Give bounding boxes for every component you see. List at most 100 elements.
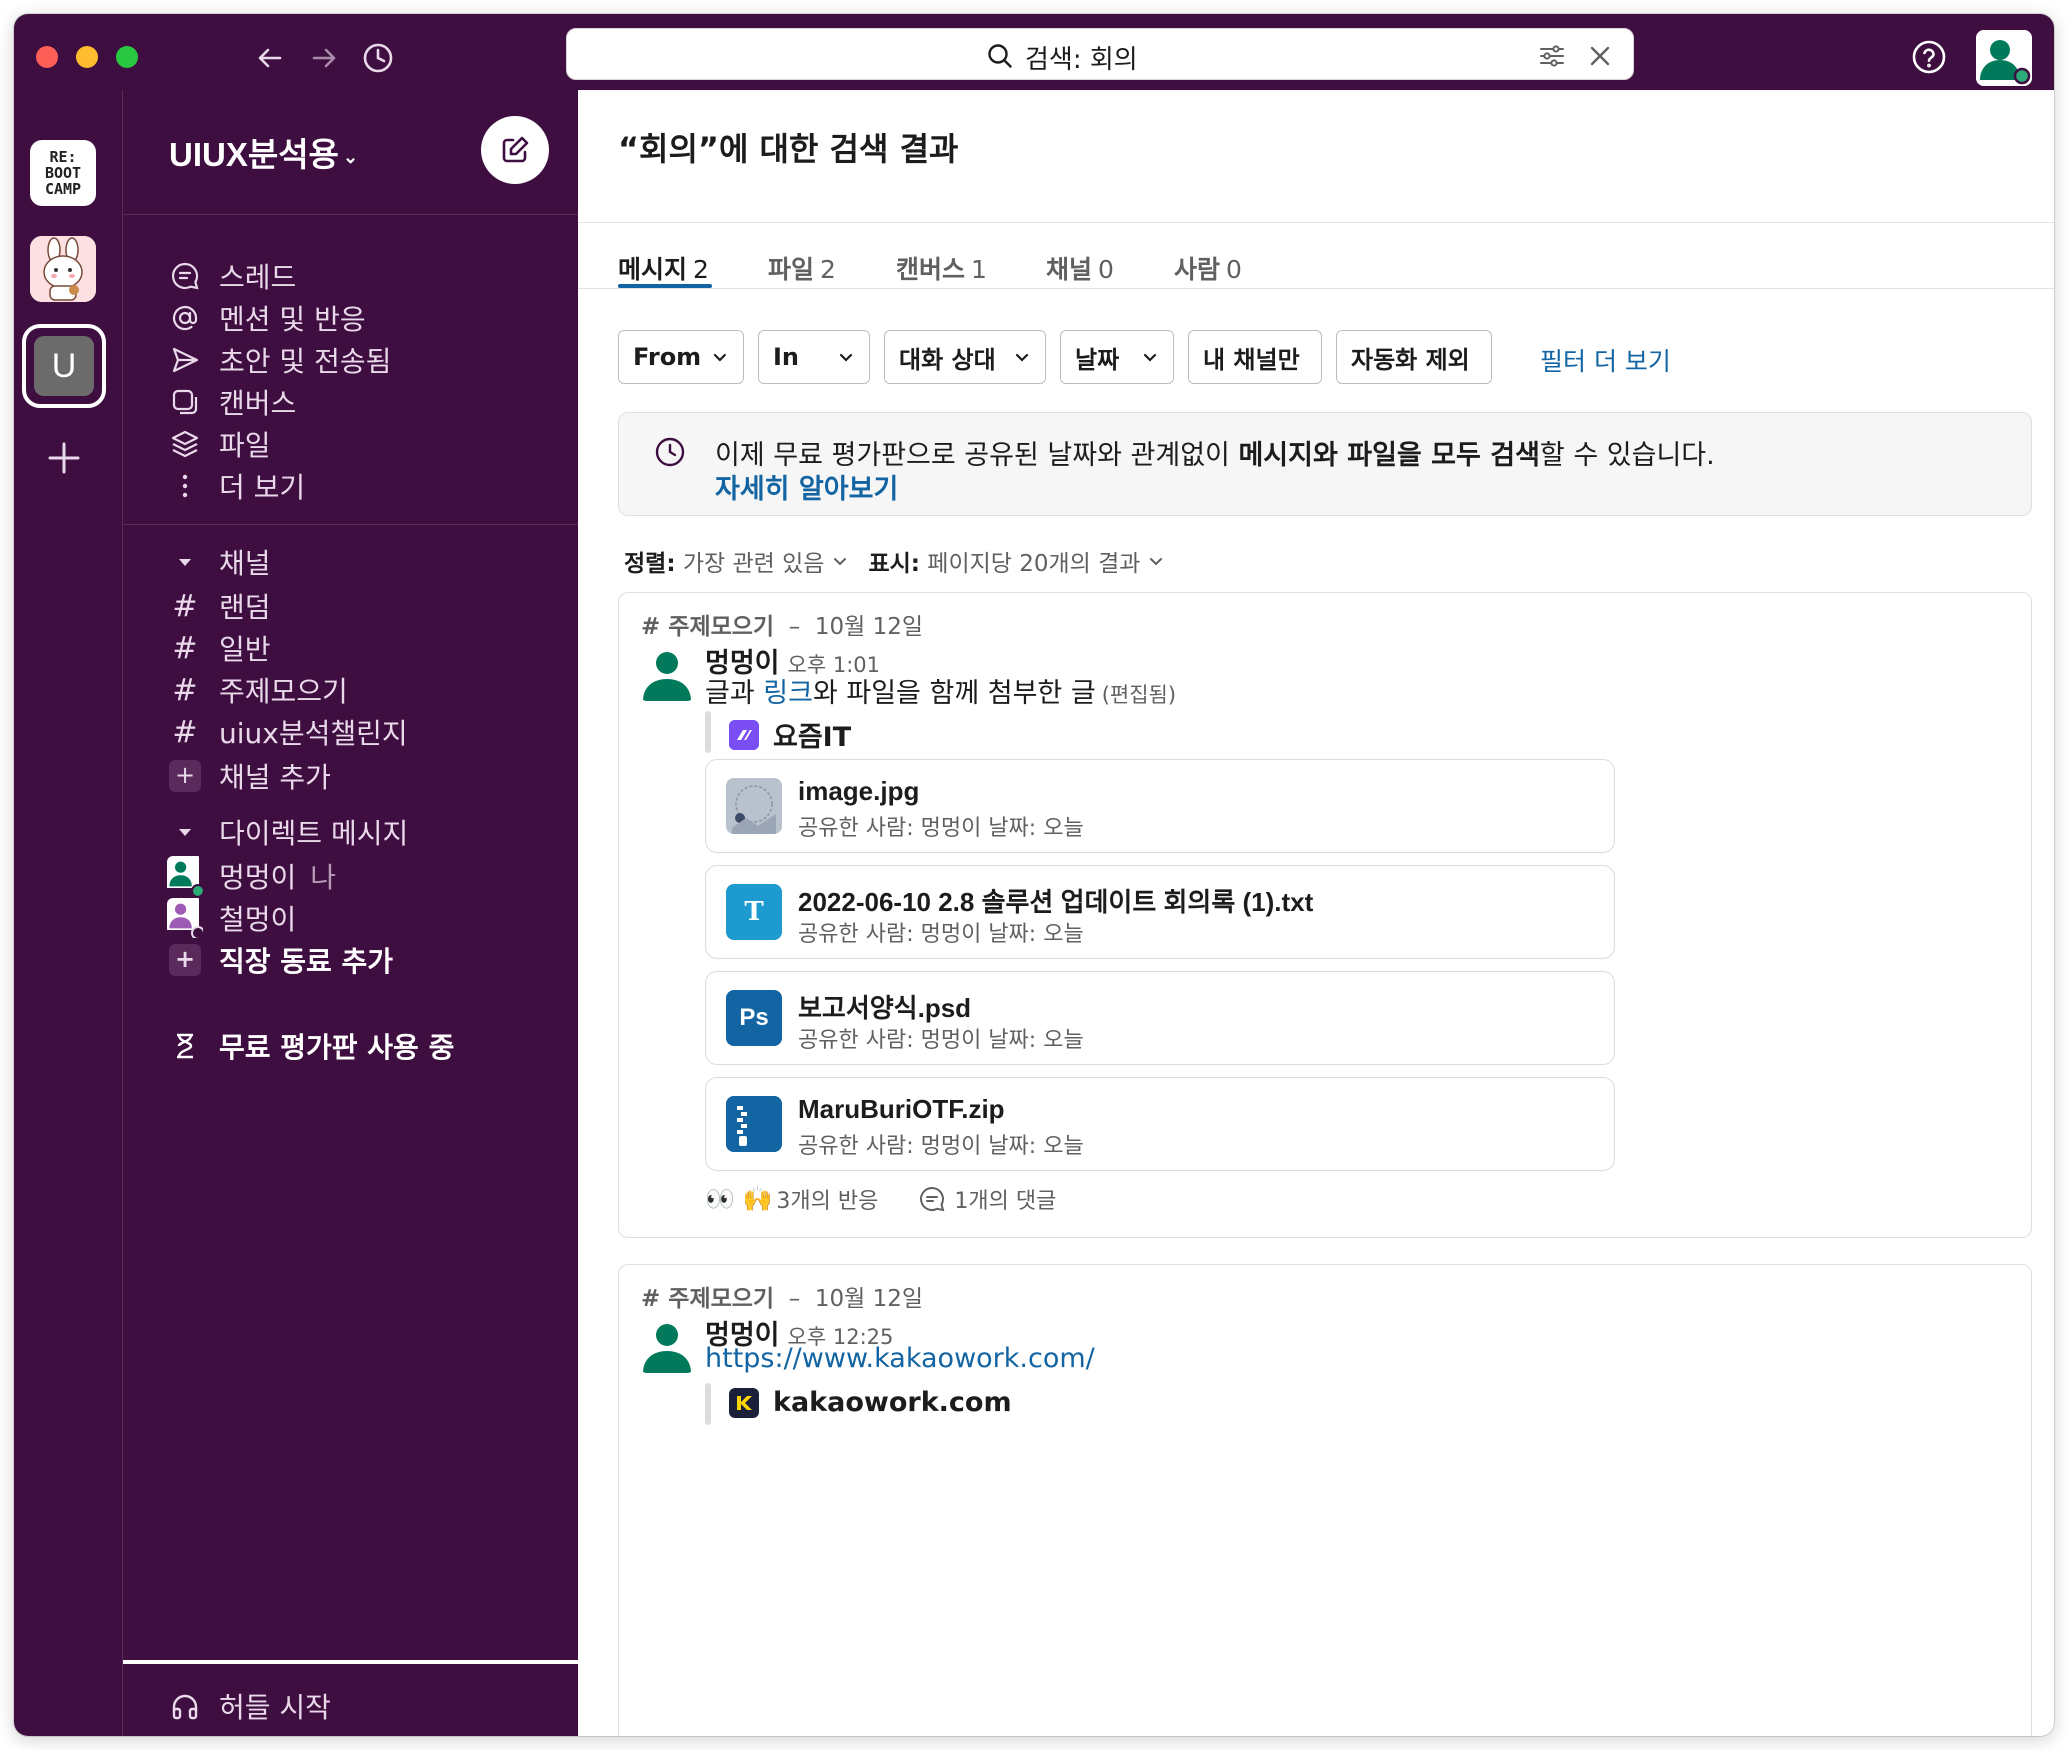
tab-label: 파일	[768, 255, 815, 284]
file-attachment[interactable]: MaruBuriOTF.zip 공유한 사람: 멍멍이 날짜: 오늘	[705, 1077, 1615, 1171]
file-attachment[interactable]: T 2022-06-10 2.8 솔루션 업데이트 회의록 (1).txt 공유…	[705, 865, 1615, 959]
sidebar-item-drafts[interactable]: 초안 및 전송됨	[167, 338, 391, 382]
add-coworker-button[interactable]: + 직장 동료 추가	[167, 938, 393, 982]
sidebar-item-more[interactable]: 더 보기	[167, 464, 305, 508]
chevron-down-icon[interactable]	[832, 553, 848, 569]
filter-label: 내 채널만	[1203, 345, 1300, 374]
window-zoom-button[interactable]	[116, 46, 138, 68]
tab-canvas[interactable]: 캔버스 1	[896, 250, 987, 286]
tab-channels[interactable]: 채널 0	[1046, 250, 1114, 286]
search-icon	[988, 44, 1012, 68]
filter-label: 대화 상대	[899, 345, 996, 374]
tab-people[interactable]: 사람 0	[1174, 250, 1242, 286]
file-attachment[interactable]: image.jpg 공유한 사람: 멍멍이 날짜: 오늘	[705, 759, 1615, 853]
search-result-card[interactable]: # 주제모으기 – 10월 12일 멍멍이 오후 1:01 글과 링크와 파일을 …	[618, 592, 2032, 1238]
huddle-label: 허들 시작	[219, 1691, 331, 1724]
workspace-name-menu[interactable]: UIUX분석용 ⌄	[169, 128, 358, 176]
sort-dropdown[interactable]: 가장 관련 있음	[683, 544, 825, 578]
message-link[interactable]: 링크	[763, 678, 813, 709]
sidebar-dm-cheolmungi[interactable]: 철멍이	[167, 896, 296, 940]
reaction-count[interactable]: 3개의 반응	[776, 1183, 878, 1215]
plus-icon: +	[169, 944, 201, 976]
workspace-bunny-icon[interactable]	[30, 236, 96, 302]
profile-avatar[interactable]	[1976, 30, 2032, 86]
search-result-card[interactable]: # 주제모으기 – 10월 12일 멍멍이 오후 12:25 https://ww…	[618, 1264, 2032, 1736]
trial-status[interactable]: 무료 평가판 사용 중	[167, 1024, 454, 1068]
search-filter-icon[interactable]	[1537, 41, 1567, 71]
yozm-it-logo-icon	[729, 719, 759, 750]
learn-more-link[interactable]: 자세히 알아보기	[715, 467, 898, 506]
result-channel[interactable]: # 주제모으기	[641, 1286, 774, 1312]
more-filters-link[interactable]: 필터 더 보기	[1540, 342, 1671, 378]
chevron-down-icon[interactable]	[1148, 553, 1164, 569]
add-channel-label: 채널 추가	[219, 761, 331, 794]
avatar	[167, 856, 203, 896]
window-minimize-button[interactable]	[76, 46, 98, 68]
add-channel-button[interactable]: + 채널 추가	[167, 754, 331, 798]
window-close-button[interactable]	[36, 46, 58, 68]
text-file-icon: T	[726, 884, 782, 940]
sidebar-item-canvas[interactable]: 캔버스	[167, 380, 296, 424]
filter-date-dropdown[interactable]: 날짜	[1060, 330, 1174, 384]
channels-header: 채널	[219, 547, 271, 580]
sort-label: 정렬:	[624, 551, 676, 577]
sidebar-channel-general[interactable]: # 일반	[167, 626, 271, 670]
more-icon	[167, 468, 203, 504]
dm-you-suffix: 나	[310, 861, 337, 894]
view-dropdown[interactable]: 페이지당 20개의 결과	[927, 544, 1140, 578]
dm-section-toggle[interactable]: 다이렉트 메시지	[167, 810, 408, 854]
message-text: https://www.kakaowork.com/	[705, 1343, 1095, 1374]
filter-from-dropdown[interactable]: From	[618, 330, 744, 384]
channels-section-toggle[interactable]: 채널	[167, 540, 271, 584]
sidebar-item-files[interactable]: 파일	[167, 422, 271, 466]
channel-name: 일반	[219, 633, 271, 666]
sidebar-channel-uiux-challenge[interactable]: # uiux분석챌린지	[167, 710, 408, 754]
compose-button[interactable]	[481, 116, 549, 184]
tab-label: 채널	[1046, 255, 1093, 284]
filter-conversation-dropdown[interactable]: 대화 상대	[884, 330, 1046, 384]
hash-icon: #	[172, 714, 198, 750]
add-workspace-icon[interactable]	[42, 436, 86, 480]
help-icon[interactable]	[1910, 38, 1948, 76]
current-workspace-initial: U	[34, 336, 94, 396]
file-attachment[interactable]: Ps 보고서양식.psd 공유한 사람: 멍멍이 날짜: 오늘	[705, 971, 1615, 1065]
result-date: 10월 12일	[814, 1286, 924, 1312]
filter-my-channels-button[interactable]: 내 채널만	[1188, 330, 1322, 384]
tab-messages[interactable]: 메시지 2	[618, 250, 709, 286]
search-results-panel: “회의”에 대한 검색 결과 메시지 2 파일 2 캔버스 1 채널 0 사람 0 Fro…	[578, 90, 2054, 1736]
back-arrow-icon[interactable]	[250, 38, 290, 78]
send-icon	[167, 342, 203, 378]
reaction-emojis[interactable]: 👀 🙌	[705, 1185, 772, 1213]
tab-files[interactable]: 파일 2	[768, 250, 836, 286]
current-workspace-ring[interactable]: U	[22, 324, 106, 408]
avatar[interactable]	[639, 1317, 695, 1373]
sidebar-item-mentions[interactable]: 멘션 및 반응	[167, 296, 366, 340]
channel-name: uiux분석챌린지	[219, 717, 408, 750]
sidebar-channel-topics[interactable]: # 주제모으기	[167, 668, 347, 712]
forward-arrow-icon[interactable]	[304, 38, 344, 78]
history-clock-icon[interactable]	[358, 38, 398, 78]
filter-exclude-automation-button[interactable]: 자동화 제외	[1336, 330, 1492, 384]
dm-name: 철멍이	[219, 903, 297, 936]
workspace-reboot-camp[interactable]: RE: BOOT CAMP	[30, 140, 96, 206]
clear-search-icon[interactable]	[1585, 41, 1615, 71]
app-window: 검색: 회의 RE: BOOT CAMP U UIUX분석용 ⌄ 스레드 멘션 …	[14, 14, 2054, 1736]
link-unfurl-title[interactable]: kakaowork.com	[729, 1387, 1012, 1418]
reply-count-link[interactable]: 1개의 댓글	[918, 1183, 1056, 1215]
message-link[interactable]: https://www.kakaowork.com/	[705, 1343, 1095, 1374]
filter-in-dropdown[interactable]: In	[758, 330, 870, 384]
search-bar[interactable]: 검색: 회의	[566, 28, 1634, 80]
tab-count: 0	[1098, 255, 1114, 284]
add-coworker-label: 직장 동료 추가	[219, 945, 394, 978]
sidebar-item-threads[interactable]: 스레드	[167, 254, 296, 298]
canvas-icon	[167, 384, 203, 420]
zip-file-icon	[726, 1096, 782, 1152]
link-unfurl-title[interactable]: 요즘IT	[729, 715, 851, 754]
caret-down-icon	[167, 814, 203, 850]
avatar[interactable]	[639, 645, 695, 701]
sidebar-channel-random[interactable]: # 랜덤	[167, 584, 270, 628]
result-date: 10월 12일	[814, 614, 924, 640]
sidebar-dm-mungmungi[interactable]: 멍멍이 나	[167, 854, 336, 898]
huddle-button[interactable]: 허들 시작	[167, 1684, 331, 1728]
result-channel[interactable]: # 주제모으기	[641, 614, 774, 640]
